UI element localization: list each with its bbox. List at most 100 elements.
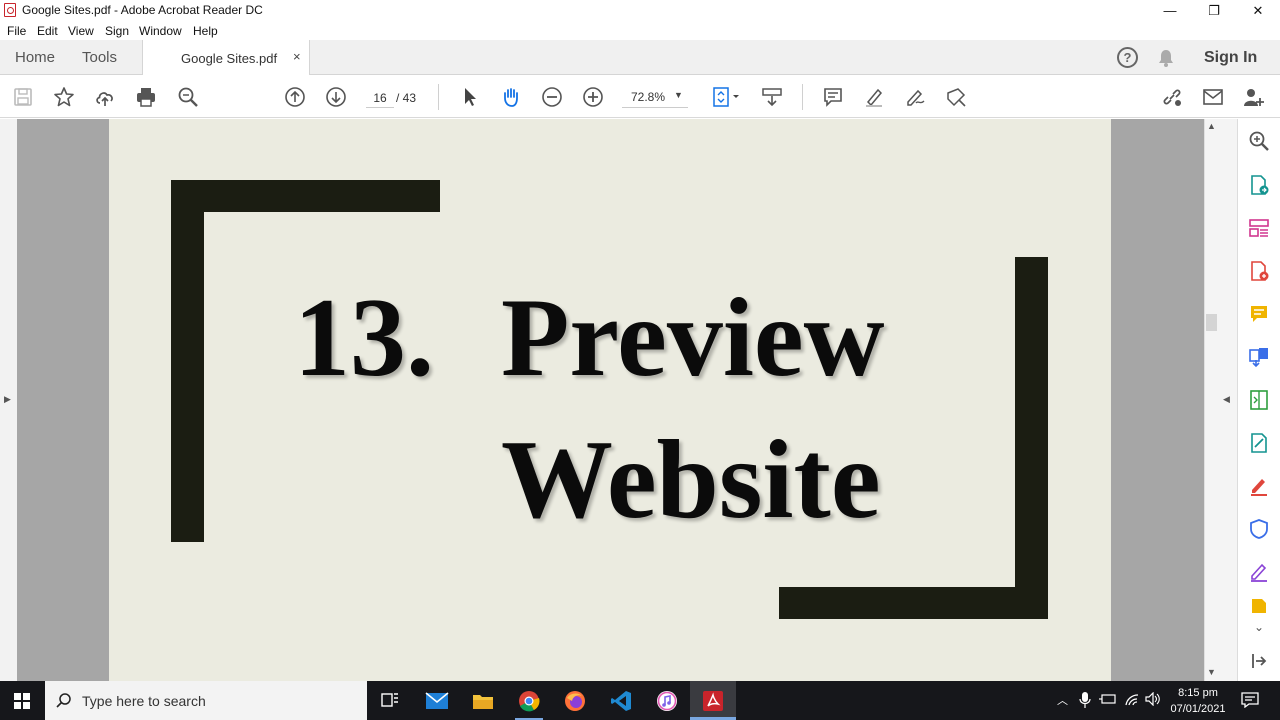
zoom-select[interactable]: 72.8% ▼ [622, 86, 688, 108]
search-icon [56, 692, 72, 711]
comment-icon[interactable] [821, 85, 845, 109]
highlight-pen-icon[interactable] [862, 85, 886, 109]
create-pdf-icon[interactable] [1247, 259, 1271, 283]
share-link-icon[interactable] [1160, 85, 1184, 109]
task-view-icon[interactable] [367, 681, 413, 720]
scroll-up-icon[interactable]: ▲ [1207, 121, 1216, 131]
microphone-icon[interactable] [1079, 692, 1091, 711]
start-button[interactable] [0, 681, 44, 720]
restore-button[interactable]: ❐ [1192, 0, 1236, 21]
battery-icon[interactable] [1099, 692, 1117, 709]
toolbar-divider [438, 84, 439, 110]
windows-taskbar: Type here to search ︿ 8:15 pm 07/01/2021 [0, 681, 1280, 720]
title-bar: Google Sites.pdf - Adobe Acrobat Reader … [0, 0, 1280, 21]
search-placeholder: Type here to search [82, 693, 206, 709]
chevron-down-icon: ▼ [674, 90, 683, 100]
page-heading-line2: Website [501, 418, 881, 542]
tab-document[interactable]: Google Sites.pdf × [142, 40, 310, 75]
previous-page-icon[interactable] [283, 85, 307, 109]
menu-bar: File Edit View Sign Window Help [0, 21, 1280, 40]
wifi-icon[interactable] [1124, 692, 1140, 709]
expand-left-panel-icon[interactable]: ▶ [4, 394, 11, 405]
vertical-scrollbar[interactable]: ▲ ▼ [1204, 119, 1218, 681]
menu-file[interactable]: File [7, 24, 26, 38]
menu-edit[interactable]: Edit [37, 24, 58, 38]
volume-icon[interactable] [1145, 691, 1161, 709]
search-icon[interactable] [176, 85, 200, 109]
protect-shield-icon[interactable] [1247, 517, 1271, 541]
bracket-top-left-vertical [171, 180, 204, 542]
section-number: 13. [294, 276, 434, 400]
tab-bar: Home Tools Google Sites.pdf × ? Sign In [0, 40, 1280, 75]
add-user-icon[interactable] [1242, 85, 1266, 109]
next-page-icon[interactable] [324, 85, 348, 109]
scroll-down-icon[interactable]: ▼ [1207, 667, 1216, 677]
tab-tools[interactable]: Tools [82, 49, 117, 66]
vscode-icon[interactable] [598, 681, 644, 720]
bracket-bottom-right-horizontal [779, 587, 1048, 619]
select-cursor-icon[interactable] [458, 85, 482, 109]
request-signature-icon[interactable] [1247, 560, 1271, 584]
zoom-out-icon[interactable] [540, 85, 564, 109]
export-pdf-icon[interactable] [1247, 173, 1271, 197]
hand-tool-icon[interactable] [499, 85, 523, 109]
minimize-button[interactable]: — [1148, 0, 1192, 21]
save-icon[interactable] [11, 85, 35, 109]
compress-pdf-icon[interactable] [1247, 388, 1271, 412]
toolbar-divider [802, 84, 803, 110]
itunes-icon[interactable] [644, 681, 690, 720]
firefox-icon[interactable] [552, 681, 598, 720]
show-hidden-icons-icon[interactable]: ︿ [1057, 692, 1068, 708]
collapse-right-pane-icon[interactable]: ◀ [1223, 394, 1230, 405]
system-clock[interactable]: 8:15 pm 07/01/2021 [1166, 685, 1230, 717]
bookmark-star-icon[interactable] [52, 85, 76, 109]
bracket-top-left-horizontal [171, 180, 440, 212]
help-icon[interactable]: ? [1117, 47, 1138, 68]
close-tab-icon[interactable]: × [293, 49, 301, 64]
collapse-pane-icon[interactable] [1247, 649, 1271, 673]
page-heading-line1: Preview [501, 276, 885, 400]
menu-sign[interactable]: Sign [105, 24, 129, 38]
fill-sign-icon[interactable] [1247, 474, 1271, 498]
left-panel-toggle[interactable]: ▶ [0, 119, 17, 681]
action-center-icon[interactable] [1241, 692, 1259, 711]
pdf-page: 13. Preview Website [109, 119, 1111, 681]
menu-window[interactable]: Window [139, 24, 182, 38]
zoom-search-icon[interactable] [1247, 129, 1271, 153]
chrome-icon[interactable] [506, 681, 552, 720]
redact-tool-icon[interactable] [944, 85, 968, 109]
file-explorer-icon[interactable] [460, 681, 506, 720]
mail-app-icon[interactable] [414, 681, 460, 720]
print-icon[interactable] [134, 85, 158, 109]
fit-page-icon[interactable] [709, 85, 743, 109]
scroll-mode-icon[interactable] [760, 85, 784, 109]
menu-help[interactable]: Help [193, 24, 218, 38]
bracket-bottom-right-vertical [1015, 257, 1048, 619]
taskbar-search-box[interactable]: Type here to search [45, 681, 367, 720]
document-tab-label: Google Sites.pdf [181, 51, 278, 66]
clock-date: 07/01/2021 [1170, 703, 1226, 715]
clock-time: 8:15 pm [1178, 687, 1218, 699]
menu-view[interactable]: View [68, 24, 94, 38]
chevron-down-icon[interactable]: ⌄ [1247, 615, 1271, 639]
acrobat-taskbar-icon[interactable] [690, 681, 736, 720]
organize-pages-icon[interactable] [1247, 216, 1271, 240]
close-window-button[interactable]: ✕ [1236, 0, 1280, 21]
page-number-input[interactable]: 16 [366, 88, 394, 108]
sign-in-button[interactable]: Sign In [1204, 49, 1257, 67]
right-pane-toggle[interactable]: ◀ [1218, 119, 1238, 681]
tools-pane: ⌄ [1238, 119, 1280, 681]
scroll-thumb[interactable] [1206, 314, 1217, 331]
email-icon[interactable] [1201, 85, 1225, 109]
tab-home[interactable]: Home [15, 49, 55, 66]
edit-pdf-icon[interactable] [1247, 431, 1271, 455]
comment-tool-icon[interactable] [1247, 302, 1271, 326]
zoom-in-icon[interactable] [581, 85, 605, 109]
combine-files-icon[interactable] [1247, 345, 1271, 369]
bell-icon[interactable] [1158, 49, 1174, 70]
more-tools-icon[interactable] [1247, 599, 1271, 613]
window-title: Google Sites.pdf - Adobe Acrobat Reader … [22, 3, 263, 17]
page-total: / 43 [396, 91, 417, 105]
cloud-upload-icon[interactable] [93, 85, 117, 109]
sign-pen-icon[interactable] [903, 85, 927, 109]
